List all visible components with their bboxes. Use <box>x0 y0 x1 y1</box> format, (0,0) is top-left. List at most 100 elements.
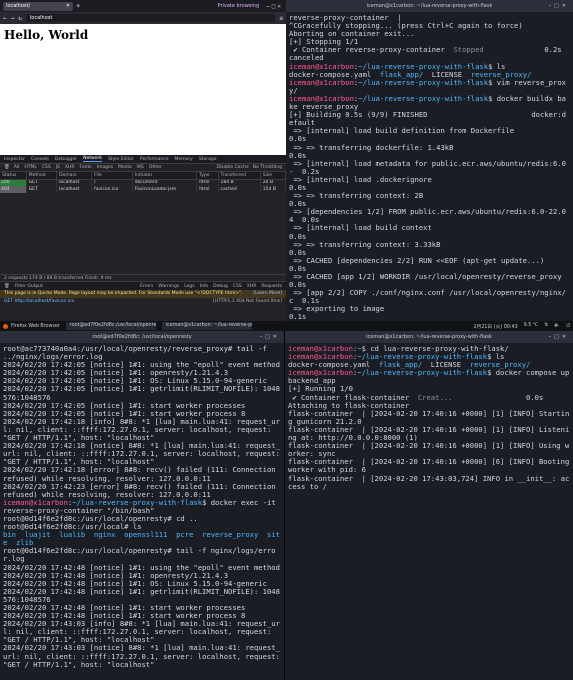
taskbar-item[interactable]: iceman@x1carbon: ~/lua-reverse-proxy-wit… <box>161 322 252 330</box>
terminal-text: => CACHED [app 1/2] WORKDIR /usr/local/o… <box>289 272 562 290</box>
column-header[interactable]: Status <box>0 172 27 180</box>
network-filter-button[interactable]: XHR <box>65 165 75 170</box>
network-filter-button[interactable]: HTML <box>24 165 37 170</box>
terminal-text: => [internal] load .dockerignore 0.0s <box>289 174 573 192</box>
console-level-tab[interactable]: Warnings <box>158 284 179 289</box>
console-level-tab[interactable]: Debug <box>213 284 228 289</box>
terminal-output: reverse-proxy-container | ^CGracefully st… <box>286 12 573 321</box>
devtools-tab[interactable]: Storage <box>199 157 217 162</box>
clock[interactable]: 2月21日 (火) 00:43 <box>473 323 517 330</box>
browser-tab[interactable]: localhost/ ✕ <box>3 1 73 11</box>
console-level-tab[interactable]: Info <box>200 284 209 289</box>
terminal-bottom-right[interactable]: iceman@x1carbon: ~/lua-reverse-proxy-wit… <box>285 331 573 680</box>
volume-icon[interactable]: 🔈 <box>554 323 560 330</box>
disable-cache-checkbox[interactable]: Disable Cache <box>216 165 248 170</box>
terminal-line: flask-container | [2024-02-20 17:40:16 +… <box>288 425 570 442</box>
forward-icon[interactable]: → <box>11 15 15 22</box>
menu-icon[interactable]: ≡ <box>279 15 283 22</box>
console-level-tab[interactable]: Requests <box>261 284 282 289</box>
network-filter-button[interactable]: Images <box>97 165 113 170</box>
column-header[interactable]: Size <box>260 172 286 180</box>
terminal-line: => => transferring context: 2B 0.0s <box>289 191 570 208</box>
terminal-text: 0.0s <box>452 392 544 402</box>
window-controls-icon[interactable]: –□✕ <box>549 331 569 343</box>
trash-icon[interactable]: 🗑 <box>4 284 10 289</box>
terminal-line: => [internal] load build definition from… <box>289 127 570 143</box>
terminal-line: => => transferring dockerfile: 1.43kB 0.… <box>289 143 570 160</box>
terminal-text: => [internal] load build definition from… <box>289 126 573 144</box>
terminal-title-text: root@ed7f0e2fd8c: /usr/local/openresty <box>92 334 192 340</box>
close-tab-icon[interactable]: ✕ <box>66 2 70 11</box>
cell-size: 154 B <box>260 186 286 193</box>
terminal-line: => [internal] load metadata for public.e… <box>289 159 570 176</box>
network-request-row[interactable]: 200 GET localhost / document html 184 B 20 B <box>0 179 286 186</box>
new-tab-icon[interactable]: + <box>76 2 80 11</box>
firefox-icon <box>3 323 8 329</box>
network-filter-bar: 🗑 All HTML CSS JS XHR Fonts Images Media WS Other… <box>0 164 286 172</box>
url-bar[interactable]: localhost <box>25 14 276 22</box>
terminal-line: => [internal] load .dockerignore 0.0s <box>289 174 573 192</box>
devtools-tab[interactable]: Debugger <box>55 157 77 162</box>
terminal-title-text: iceman@x1carbon: ~/lua-reverse-proxy-wit… <box>366 334 492 340</box>
window-controls-icon[interactable]: –□✕ <box>260 331 280 343</box>
terminal-line: => [app 2/2] COPY ./conf/nginx.conf /usr… <box>289 289 570 305</box>
terminal-line: => [internal] load build context 0.0s <box>289 224 570 240</box>
devtools-tab[interactable]: Inspector <box>4 157 25 162</box>
terminal-line: flask-container | [2024-02-20 17:40:16 +… <box>288 409 570 426</box>
column-header[interactable]: Transferred <box>218 172 261 180</box>
terminal-line: 2024/02/20 17:42:48 [notice] 1#1: getrli… <box>3 587 281 604</box>
terminal-text: 2024/02/20 17:43:03 [info] 8#8: *1 [lua]… <box>3 619 280 645</box>
taskbar-item[interactable]: root@ed7f0e2fd8c:/usr/local/openresty <box>65 322 156 330</box>
learn-more-link[interactable]: [Learn More] <box>253 290 282 298</box>
column-header[interactable]: Type <box>196 172 219 180</box>
devtools-tab[interactable]: Console <box>31 157 49 162</box>
console-level-tab[interactable]: XHR <box>247 284 257 289</box>
window-controls-icon[interactable]: –□✕ <box>549 0 569 12</box>
cell-size: 20 B <box>260 179 286 186</box>
active-app[interactable]: Firefox Web Browser <box>3 323 60 329</box>
network-filter-button[interactable]: CSS <box>42 165 51 170</box>
network-filter-button[interactable]: Media <box>118 165 132 170</box>
network-filter-button[interactable]: JS <box>56 165 60 170</box>
devtools-tab[interactable]: Memory <box>175 157 193 162</box>
throttling-select[interactable]: No Throttling <box>253 165 282 170</box>
console-level-tab[interactable]: CSS <box>233 284 242 289</box>
network-empty-area <box>0 193 286 275</box>
console-log-entry[interactable]: GET http://localhost/favicon.ico [HTTP/1… <box>0 298 286 305</box>
terminal-text: => [dependencies 1/2] FROM public.ecr.aw… <box>289 207 566 225</box>
firefox-titlebar: localhost/ ✕ + Private browsing –□✕ <box>0 0 286 12</box>
terminal-top-right[interactable]: iceman@x1carbon: ~/lua-reverse-proxy-wit… <box>286 0 573 321</box>
console-level-tab[interactable]: Logs <box>184 284 194 289</box>
network-filter-button[interactable]: All <box>14 165 20 170</box>
devtools-panel: Inspector Console Debugger Network Style Edi… <box>0 155 286 321</box>
column-header[interactable]: Method <box>26 172 58 180</box>
network-filter-button[interactable]: Fonts <box>79 165 91 170</box>
network-request-row[interactable]: 404 GET localhost favicon.ico FaviconLoader.… <box>0 186 286 193</box>
trash-icon[interactable]: 🗑 <box>4 165 10 170</box>
terminal-text: 2024/02/20 17:42:18 [info] 8#8: *1 [lua]… <box>3 416 280 443</box>
network-filter-button[interactable]: WS <box>137 165 144 170</box>
terminal-text: bin luajit lualib nginx openssl111 pcre … <box>3 530 280 548</box>
column-header[interactable]: File <box>91 172 133 180</box>
devtools-tab[interactable]: Performance <box>140 157 169 162</box>
devtools-tab[interactable]: Style Editor <box>108 157 134 162</box>
console-level-tab[interactable]: Errors <box>140 284 153 289</box>
network-filter-button[interactable]: Other <box>149 165 162 170</box>
terminal-text: [+] Building 0.5s (9/9) FINISHED docker:… <box>289 110 566 128</box>
terminal-line: 2024/02/20 17:43:03 [info] 8#8: *1 [lua]… <box>3 620 281 644</box>
back-icon[interactable]: ← <box>3 15 7 22</box>
devtools-tab[interactable]: Network <box>83 156 102 162</box>
terminal-bottom-left[interactable]: root@ed7f0e2fd8c: /usr/local/openresty –… <box>0 331 284 680</box>
column-header[interactable]: Domain <box>56 172 93 180</box>
terminal-line: 2024/02/20 17:42:18 [error] 8#8: recv() … <box>3 466 281 482</box>
network-icon[interactable]: ⇅ <box>544 323 548 330</box>
cell-domain: localhost <box>56 186 93 193</box>
cell-domain: localhost <box>56 179 93 186</box>
reload-icon[interactable]: ↻ <box>18 15 22 22</box>
power-icon[interactable]: ⏻ <box>566 323 570 330</box>
window-controls-icon[interactable]: –□✕ <box>266 3 283 10</box>
terminal-text: => [app 2/2] COPY ./conf/nginx.conf /usr… <box>289 288 566 306</box>
terminal-line: [+] Building 0.5s (9/9) FINISHED docker:… <box>289 111 570 127</box>
column-header[interactable]: Initiator <box>132 172 198 180</box>
console-filter-input[interactable]: Filter Output <box>15 284 43 289</box>
